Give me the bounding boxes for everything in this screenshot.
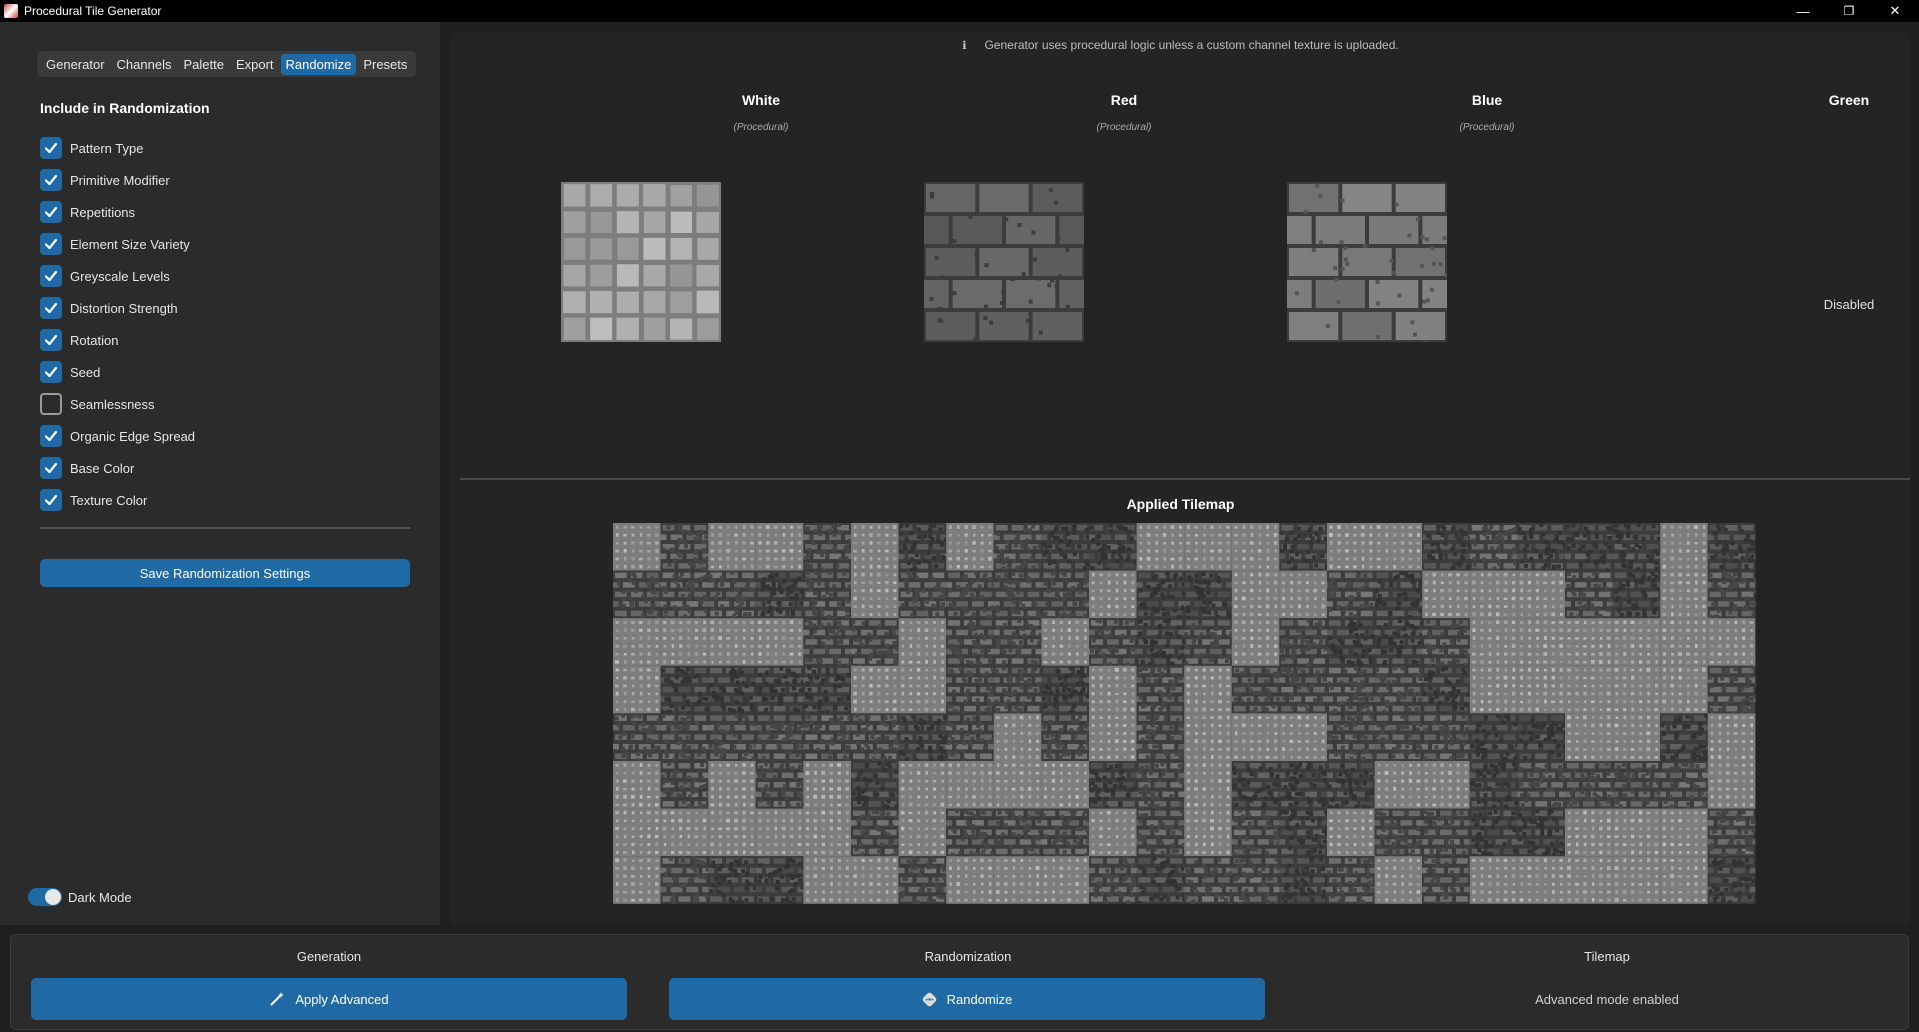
apply-advanced-button[interactable]: Apply Advanced [31,978,627,1020]
title-bar: Procedural Tile Generator — ❐ ✕ [0,0,1919,22]
randomization-checkbox[interactable] [40,137,62,159]
info-banner: ℹ Generator uses procedural logic unless … [450,38,1911,52]
randomize-label: Randomize [946,991,1013,1007]
randomization-option-row: Organic Edge Spread [40,420,195,452]
randomization-option-row: Pattern Type [40,132,195,164]
randomization-option-row: Texture Color [40,484,195,516]
randomization-option-row: Seed [40,356,195,388]
randomization-option-label: Element Size Variety [70,236,190,252]
dark-mode-switch[interactable] [28,888,62,906]
tab-generator[interactable]: Generator [41,54,110,75]
info-text: Generator uses procedural logic unless a… [984,38,1399,52]
randomization-checkbox[interactable] [40,425,62,447]
main-panel: ℹ Generator uses procedural logic unless … [450,32,1911,925]
randomization-checkbox[interactable] [40,393,62,415]
channel-blue: Blue (Procedural) [1367,92,1607,133]
randomization-option-row: Element Size Variety [40,228,195,260]
randomization-option-label: Distortion Strength [70,300,178,316]
restore-button[interactable]: ❐ [1826,0,1872,22]
white-channel-texture [561,182,721,342]
info-icon: ℹ [962,40,967,52]
randomization-option-label: Pattern Type [70,140,144,156]
channel-subtitle: (Procedural) [1096,122,1152,133]
channel-red: Red (Procedural) [1004,92,1244,133]
channel-name: Blue [1471,92,1503,108]
randomization-checkbox[interactable] [40,297,62,319]
randomization-option-row: Seamlessness [40,388,195,420]
randomization-option-label: Seamlessness [70,396,155,412]
randomization-checkbox[interactable] [40,169,62,191]
randomization-option-row: Primitive Modifier [40,164,195,196]
generation-title: Generation [296,949,362,964]
randomization-option-row: Distortion Strength [40,292,195,324]
channel-subtitle: (Procedural) [733,122,789,133]
tab-export[interactable]: Export [231,54,279,75]
randomization-option-label: Repetitions [70,204,136,220]
save-randomization-button[interactable]: Save Randomization Settings [40,559,410,587]
tilemap-title: Applied Tilemap [1126,496,1235,512]
app-icon [4,4,18,18]
randomization-section-title: Include in Randomization [40,100,210,116]
tab-palette[interactable]: Palette [178,54,228,75]
minimize-button[interactable]: — [1780,0,1826,22]
channel-name: Green [1828,92,1870,108]
bottom-action-bar: Generation Apply Advanced Randomization … [10,934,1909,1030]
tilemap-status: Advanced mode enabled [1535,992,1679,1007]
blue-channel-texture [1287,182,1447,342]
tilemap-preview [613,523,1756,904]
channel-white: White (Procedural) [641,92,881,133]
randomization-title: Randomization [924,949,1012,964]
sidebar: Generator Channels Palette Export Random… [0,22,440,925]
randomization-checkbox[interactable] [40,361,62,383]
tilemap-section-title: Tilemap [1584,949,1630,964]
randomization-option-label: Base Color [70,460,135,476]
apply-advanced-label: Apply Advanced [295,991,389,1007]
randomization-option-label: Organic Edge Spread [70,428,196,444]
randomization-option-label: Seed [70,364,101,380]
tab-presets[interactable]: Presets [358,54,412,75]
randomize-button[interactable]: Randomize [669,978,1265,1020]
dice-icon [922,992,937,1007]
red-channel-texture [924,182,1084,342]
switch-knob [45,889,61,905]
randomization-option-label: Rotation [70,332,119,348]
dark-mode-toggle-row: Dark Mode [28,888,132,906]
divider [460,478,1910,480]
randomization-option-row: Base Color [40,452,195,484]
divider [40,527,410,529]
randomization-options: Pattern Type Primitive Modifier Repetition… [40,132,195,516]
randomization-option-label: Texture Color [70,492,148,508]
randomization-checkbox[interactable] [40,233,62,255]
channel-subtitle: (Procedural) [1459,122,1515,133]
randomization-checkbox[interactable] [40,329,62,351]
tab-randomize[interactable]: Randomize [280,53,357,75]
randomization-option-row: Repetitions [40,196,195,228]
randomization-option-label: Primitive Modifier [70,172,170,188]
tab-bar: Generator Channels Palette Export Random… [37,51,417,77]
channel-name: Red [1110,92,1138,108]
randomization-checkbox[interactable] [40,201,62,223]
close-button[interactable]: ✕ [1872,0,1918,22]
randomization-checkbox[interactable] [40,489,62,511]
randomization-option-label: Greyscale Levels [70,268,170,284]
channel-green: Green [1729,92,1919,108]
randomization-option-row: Rotation [40,324,195,356]
dark-mode-label: Dark Mode [68,889,132,905]
channel-name: White [741,92,781,108]
window-title: Procedural Tile Generator [24,4,162,18]
tab-channels[interactable]: Channels [112,54,177,75]
green-channel-status: Disabled [1823,297,1875,312]
randomization-checkbox[interactable] [40,457,62,479]
magic-wand-icon [269,991,285,1007]
randomization-option-row: Greyscale Levels [40,260,195,292]
randomization-checkbox[interactable] [40,265,62,287]
